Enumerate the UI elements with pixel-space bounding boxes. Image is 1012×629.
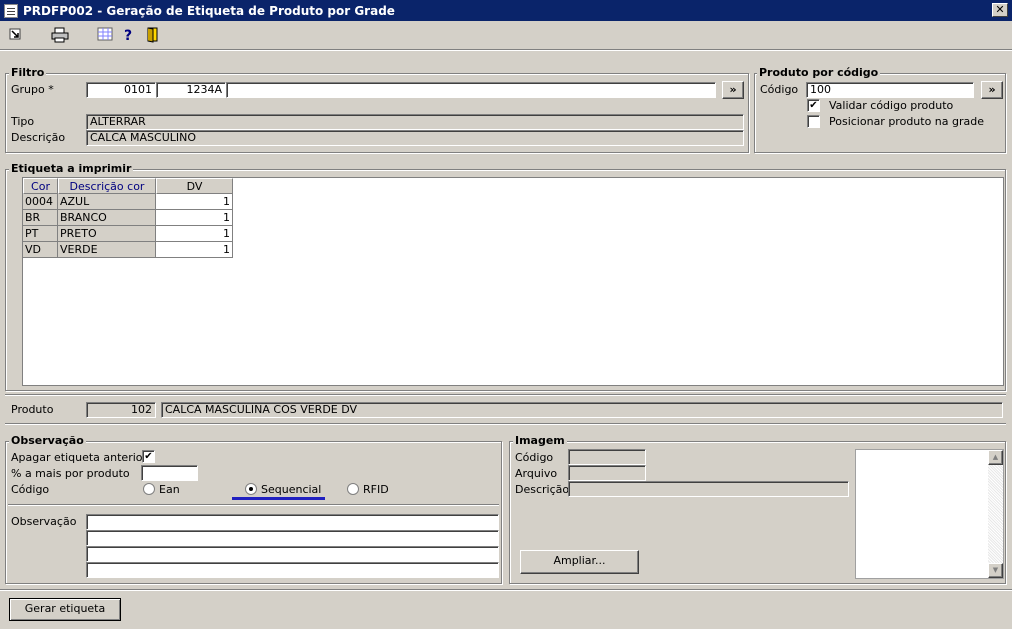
- tipo-field: ALTERRAR: [86, 114, 744, 130]
- etiqueta-legend: Etiqueta a imprimir: [9, 162, 134, 175]
- help-icon[interactable]: ?: [120, 27, 136, 45]
- window-title: PRDFP002 - Geração de Etiqueta de Produt…: [23, 3, 395, 18]
- table-row-dv[interactable]: 1: [156, 242, 233, 258]
- produto-codigo-legend: Produto por código: [757, 66, 881, 79]
- table-row-dv[interactable]: 1: [156, 226, 233, 242]
- obs-line-1[interactable]: [86, 514, 499, 530]
- apagar-checkbox[interactable]: ✔: [142, 450, 155, 463]
- table-row-descricao[interactable]: AZUL: [58, 194, 156, 210]
- produto-label: Produto: [11, 403, 54, 416]
- image-scrollbar[interactable]: ▲ ▼: [988, 450, 1003, 578]
- grid-icon[interactable]: [96, 27, 114, 45]
- close-button[interactable]: ✕: [992, 3, 1008, 17]
- apagar-label: Apagar etiqueta anterior: [11, 451, 148, 464]
- table-row-cor[interactable]: BR: [23, 210, 58, 226]
- table-row-dv[interactable]: 1: [156, 210, 233, 226]
- print-icon[interactable]: [50, 27, 70, 45]
- produto-code-field: 102: [86, 402, 156, 418]
- radio-ean[interactable]: [143, 483, 155, 495]
- img-descricao-field: [568, 481, 849, 497]
- img-arquivo-label: Arquivo: [515, 467, 558, 480]
- exit-icon[interactable]: [6, 27, 24, 45]
- imagem-legend: Imagem: [513, 434, 567, 447]
- table-row-dv[interactable]: 1: [156, 194, 233, 210]
- obs-line-2[interactable]: [86, 530, 499, 546]
- img-codigo-field: [568, 449, 646, 465]
- produto-separator: [5, 394, 1006, 396]
- etiqueta-grid[interactable]: Cor Descrição cor DV 0004 AZUL 1 BR BRAN…: [22, 177, 1004, 386]
- title-bar: PRDFP002 - Geração de Etiqueta de Produt…: [0, 0, 1012, 21]
- grupo-lookup-button[interactable]: »: [722, 81, 744, 99]
- toolbar: ?: [0, 23, 1012, 49]
- scroll-down-button[interactable]: ▼: [988, 563, 1003, 578]
- codigo-type-label: Código: [11, 483, 50, 496]
- codigo-field[interactable]: 100: [806, 82, 974, 98]
- pct-label: % a mais por produto: [11, 467, 130, 480]
- footer-separator: [0, 589, 1012, 591]
- image-preview: [855, 449, 1004, 579]
- observacao-separator: [8, 504, 499, 506]
- observacao-legend: Observação: [9, 434, 86, 447]
- tipo-label: Tipo: [11, 115, 35, 128]
- sequencial-focus-underline: [232, 497, 325, 500]
- table-row-cor[interactable]: VD: [23, 242, 58, 258]
- descricao-field: CALCA MASCULINO: [86, 130, 744, 146]
- img-codigo-label: Código: [515, 451, 554, 464]
- ampliar-button[interactable]: Ampliar...: [520, 550, 639, 574]
- table-row-descricao[interactable]: BRANCO: [58, 210, 156, 226]
- radio-ean-label: Ean: [159, 483, 180, 496]
- grupo-code-field[interactable]: 0101: [86, 82, 156, 98]
- grupo-label: Grupo *: [11, 83, 54, 96]
- toolbar-separator: [0, 49, 1012, 51]
- produto-desc-field: CALCA MASCULINA COS VERDE DV: [161, 402, 1003, 418]
- obs-label: Observação: [11, 515, 77, 528]
- column-header-descricao[interactable]: Descrição cor: [58, 178, 156, 194]
- posicionar-label: Posicionar produto na grade: [829, 115, 985, 128]
- descricao-label: Descrição: [11, 131, 66, 144]
- img-descricao-label: Descrição: [515, 483, 570, 496]
- door-icon[interactable]: [144, 27, 162, 45]
- obs-line-4[interactable]: [86, 562, 499, 578]
- pct-field[interactable]: [141, 465, 198, 481]
- gerar-etiqueta-button[interactable]: Gerar etiqueta: [9, 598, 121, 621]
- grupo-desc-field[interactable]: [226, 82, 716, 98]
- table-row-descricao[interactable]: VERDE: [58, 242, 156, 258]
- codigo-lookup-button[interactable]: »: [981, 81, 1003, 99]
- codigo-label: Código: [760, 83, 799, 96]
- radio-sequencial[interactable]: [245, 483, 257, 495]
- column-header-cor[interactable]: Cor: [23, 178, 58, 194]
- radio-rfid[interactable]: [347, 483, 359, 495]
- table-row-descricao[interactable]: PRETO: [58, 226, 156, 242]
- app-icon: [4, 3, 18, 18]
- posicionar-checkbox[interactable]: [807, 115, 820, 128]
- img-arquivo-field: [568, 465, 646, 481]
- grupo-sub-field[interactable]: 1234A: [156, 82, 226, 98]
- obs-line-3[interactable]: [86, 546, 499, 562]
- radio-rfid-label: RFID: [363, 483, 389, 496]
- table-row-cor[interactable]: PT: [23, 226, 58, 242]
- table-row-cor[interactable]: 0004: [23, 194, 58, 210]
- scroll-up-button[interactable]: ▲: [988, 450, 1003, 465]
- validar-label: Validar código produto: [829, 99, 954, 112]
- validar-checkbox[interactable]: ✔: [807, 99, 820, 112]
- filtro-legend: Filtro: [9, 66, 47, 79]
- produto-separator-bottom: [5, 423, 1006, 425]
- radio-sequencial-label: Sequencial: [261, 483, 322, 496]
- column-header-dv[interactable]: DV: [156, 178, 233, 194]
